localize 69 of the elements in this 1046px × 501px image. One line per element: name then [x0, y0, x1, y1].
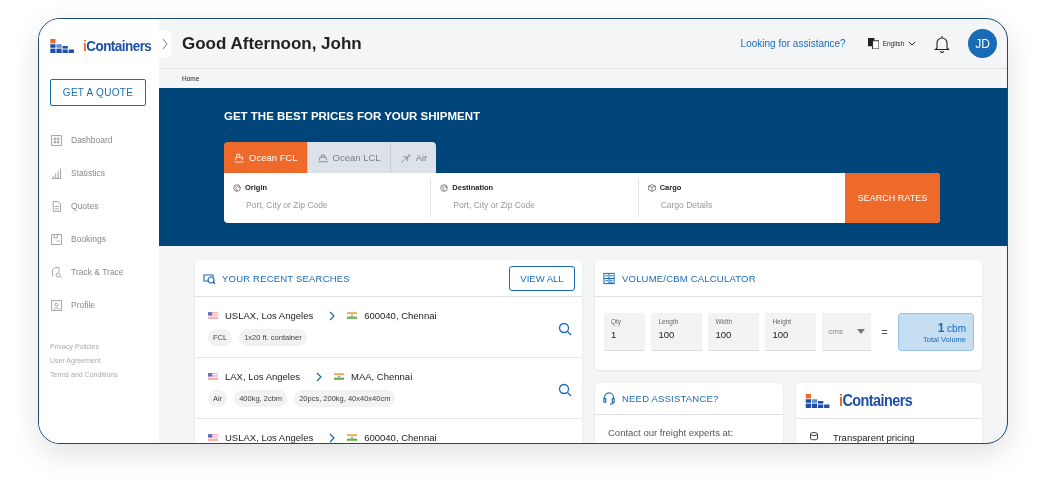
feature-text: Transparent pricing	[833, 431, 915, 443]
card-title: VOLUME/CBM CALCULATOR	[622, 272, 757, 284]
chevron-icon	[329, 310, 336, 321]
chart-icon	[50, 166, 63, 180]
nav-link[interactable]: Profile	[71, 300, 96, 310]
mode-tab[interactable]: Ocean LCL	[307, 142, 391, 173]
nav-link[interactable]: Statistics	[71, 168, 105, 178]
view-all-button[interactable]: VIEW ALL	[509, 265, 575, 291]
chevron-icon[interactable]	[162, 37, 168, 50]
collapse-tab[interactable]	[159, 29, 171, 58]
destination-text: 600040, Chennai	[364, 310, 437, 321]
search-field[interactable]: Port, City or Zip Code	[440, 200, 624, 210]
nav-link[interactable]: Dashboard	[71, 135, 113, 145]
flag-icon	[208, 312, 218, 319]
destination-text: MAA, Chennai	[351, 371, 413, 382]
card-title: YOUR RECENT SEARCHES	[222, 272, 351, 284]
logo-text[interactable]: iContainers	[83, 37, 152, 54]
banner-title: GET THE BEST PRICES FOR YOUR SHIPMENT	[224, 110, 481, 122]
search-icon[interactable]	[558, 322, 572, 336]
headset-icon	[602, 392, 616, 405]
dashboard-icon	[50, 133, 63, 147]
help-link[interactable]: Looking for assistance?	[740, 38, 846, 49]
unit-dropdown[interactable]: cms	[822, 313, 872, 351]
input-field[interactable]: 100	[772, 329, 810, 340]
equals-sign: =	[881, 326, 888, 338]
box-icon	[647, 183, 656, 192]
chevron-icon	[316, 371, 322, 382]
nav-link[interactable]: Bookings	[71, 234, 106, 244]
calculator-icon	[602, 271, 616, 285]
document-icon	[50, 199, 63, 213]
caret-icon	[908, 41, 916, 46]
ship-icon	[316, 151, 329, 164]
mode-tab[interactable]: Air	[390, 142, 437, 173]
mode-tab[interactable]: Ocean FCL	[224, 142, 308, 173]
user-avatar[interactable]: JD	[968, 29, 997, 58]
globe-icon	[233, 183, 241, 192]
flag-icon	[334, 373, 344, 380]
flag-icon	[208, 373, 218, 380]
search-icon[interactable]	[558, 383, 572, 397]
caret-icon	[857, 329, 866, 334]
bell-icon[interactable]	[934, 34, 950, 53]
translate-icon	[867, 38, 879, 49]
plane-icon	[399, 151, 412, 164]
contact-text: Contact our freight experts at:	[607, 426, 735, 440]
search-field[interactable]: Cargo Details	[647, 200, 831, 210]
greeting-title: Good Afternoon, John	[182, 33, 363, 54]
search-field[interactable]: Port, City or Zip Code	[233, 200, 416, 210]
flag-icon	[347, 312, 358, 319]
user-icon	[50, 298, 63, 312]
destination-text: 600040, Chennai	[364, 432, 437, 443]
origin-text: USLAX, Los Angeles	[225, 310, 314, 321]
nav-link[interactable]: Quotes	[71, 201, 99, 211]
origin-text: USLAX, Los Angeles	[225, 432, 314, 443]
globe-icon	[440, 183, 449, 192]
coins-icon	[809, 431, 821, 443]
search-icon	[202, 271, 216, 285]
card-title: NEED ASSISTANCE?	[622, 393, 720, 404]
get-a-quote-button[interactable]: GET A QUOTE	[50, 79, 146, 106]
ship-icon	[233, 151, 245, 164]
chevron-icon	[329, 432, 336, 443]
nav-link[interactable]: Track & Trace	[71, 267, 124, 277]
input-field[interactable]: 100	[715, 329, 753, 340]
search-rates-button[interactable]: SEARCH RATES	[845, 173, 940, 223]
logo-text: iContainers	[839, 391, 913, 410]
input-field[interactable]: 100	[658, 329, 696, 340]
input-field[interactable]: 1	[611, 329, 639, 340]
search-icon	[50, 265, 63, 279]
origin-text: LAX, Los Angeles	[225, 371, 300, 382]
calendar-icon	[50, 232, 63, 246]
